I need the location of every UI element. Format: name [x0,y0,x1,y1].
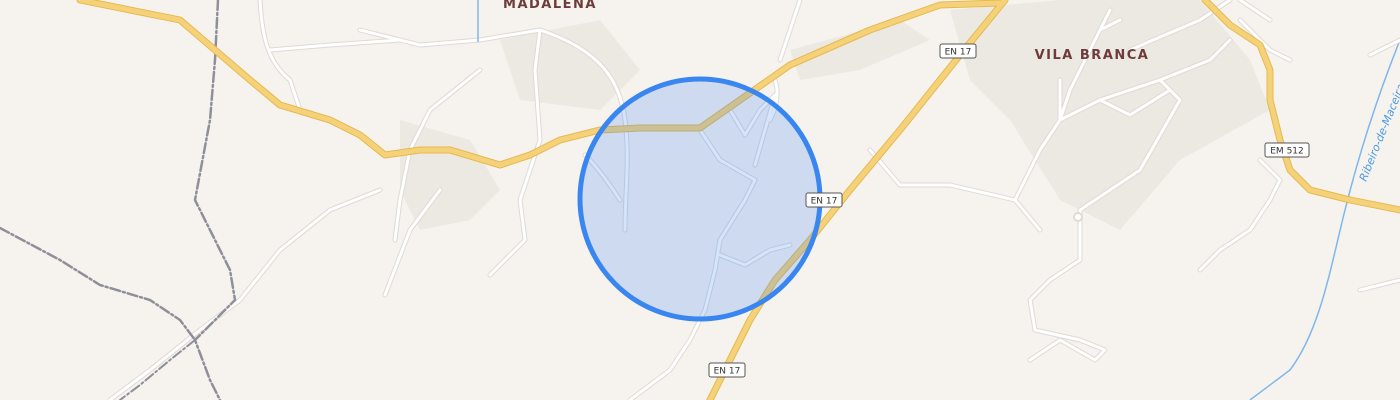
place-label-madalena: MADALENA [503,0,597,12]
place-label-vila-branca: VILA BRANCA [1035,48,1150,63]
railway [0,0,237,400]
road-shield-en17-mid: EN 17 [805,192,843,208]
svg-text:EM 512: EM 512 [1270,147,1304,157]
map-canvas: EN 17 EN 17 EN 17 EM 512 MADALENA VILA B… [0,0,1400,400]
svg-text:EN 17: EN 17 [945,48,972,58]
road-shield-en17-bottom: EN 17 [708,362,746,378]
road-shield-en17-top: EN 17 [939,43,977,59]
map-view[interactable]: EN 17 EN 17 EN 17 EM 512 MADALENA VILA B… [0,0,1400,400]
svg-text:EN 17: EN 17 [811,197,838,207]
accuracy-circle-icon[interactable] [577,76,823,322]
svg-text:EN 17: EN 17 [714,367,741,377]
road-shield-em512: EM 512 [1264,142,1310,158]
